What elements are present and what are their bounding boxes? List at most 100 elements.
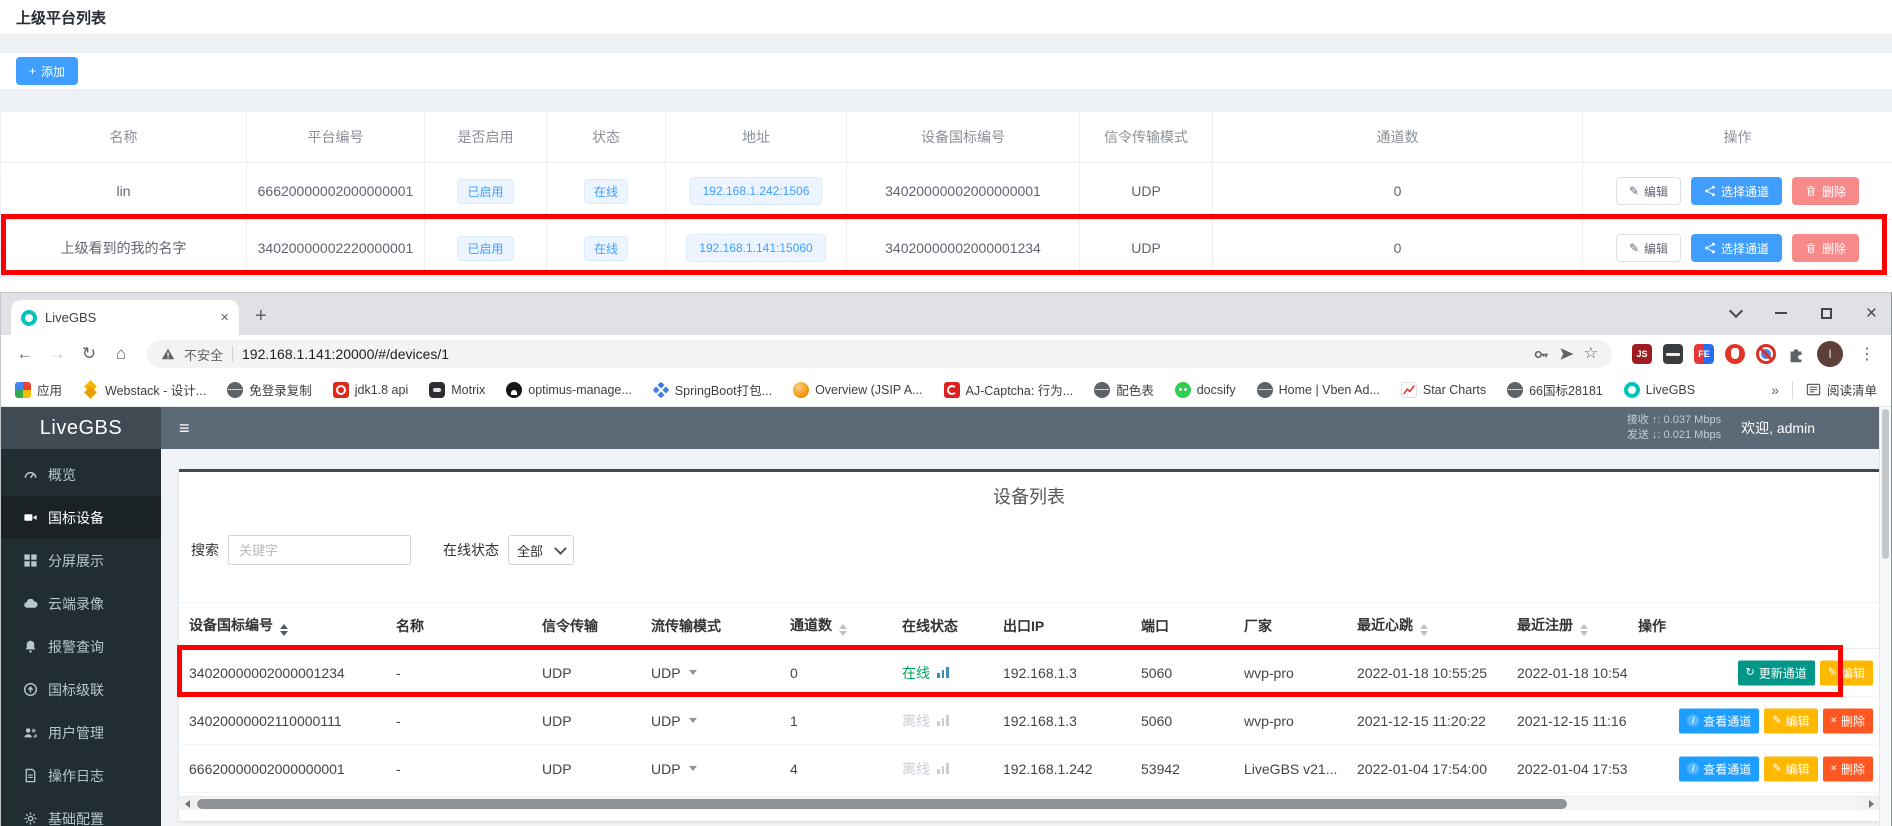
traffic-chart-icon[interactable] [937, 667, 949, 678]
col-registered: 最近注册 [1517, 617, 1573, 633]
device-row-highlighted: 34020000002000001234 - UDP UDP 0 在线 192.… [179, 649, 1879, 697]
search-input[interactable] [228, 535, 411, 565]
tab-close-icon[interactable]: × [220, 310, 229, 325]
back-button[interactable]: ← [11, 344, 39, 364]
bookmark-vben[interactable]: Home | Vben Ad... [1257, 382, 1380, 398]
browser-tab-livegbs[interactable]: LiveGBS × [11, 300, 239, 335]
delete-button[interactable]: ×删除 [1823, 708, 1873, 733]
sort-icon[interactable] [280, 624, 288, 636]
delete-button[interactable]: 删除 [1792, 177, 1859, 205]
bookmark-optimus[interactable]: optimus-manage... [506, 382, 632, 398]
scrollbar-thumb[interactable] [197, 799, 1567, 809]
bookmark-copy-free[interactable]: 免登录复制 [227, 380, 312, 399]
bookmark-jdk-api[interactable]: jdk1.8 api [333, 382, 409, 398]
enabled-badge: 已启用 [457, 179, 513, 204]
bookmark-gb28181[interactable]: 66国标28181 [1507, 380, 1603, 399]
edit-button[interactable]: ✎编辑 [1820, 660, 1873, 685]
bookmark-motrix[interactable]: Motrix [429, 382, 485, 398]
security-label[interactable]: 不安全 [184, 345, 223, 364]
sidebar-item-operation-log[interactable]: 操作日志 [1, 754, 161, 797]
edit-button[interactable]: ✎编辑 [1764, 708, 1817, 733]
sidebar-toggle-icon[interactable]: ≡ [179, 418, 190, 439]
tab-search-chevron-icon[interactable] [1729, 304, 1743, 318]
forward-button[interactable]: → [43, 344, 71, 364]
cell-channels: 0 [1213, 220, 1583, 277]
scroll-right-arrow[interactable] [1863, 797, 1879, 810]
bookmark-jsip-overview[interactable]: Overview (JSIP A... [793, 382, 922, 398]
sidebar-item-gb-devices[interactable]: 国标设备 [1, 496, 161, 539]
update-channels-button[interactable]: ↻更新通道 [1738, 660, 1815, 685]
sidebar-item-overview[interactable]: 概览 [1, 453, 161, 496]
traffic-chart-icon[interactable] [937, 763, 949, 774]
sidebar-item-alarm-query[interactable]: 报警查询 [1, 625, 161, 668]
password-key-icon[interactable] [1533, 346, 1550, 363]
select-channel-button[interactable]: 选择通道 [1691, 177, 1782, 205]
scrollbar-thumb[interactable] [1882, 409, 1889, 559]
bookmark-springboot[interactable]: SpringBoot打包... [653, 380, 772, 399]
scroll-left-arrow[interactable] [179, 797, 195, 810]
sort-icon[interactable] [839, 624, 847, 636]
bookmark-docsify[interactable]: docsify [1175, 382, 1236, 398]
cell-heartbeat: 2021-12-15 11:20:22 [1347, 697, 1507, 745]
extensions-puzzle-icon[interactable] [1787, 345, 1806, 364]
reload-button[interactable]: ↻ [75, 344, 103, 364]
add-button[interactable]: + 添加 [16, 57, 78, 85]
extension-fe-icon[interactable]: FE [1694, 344, 1714, 364]
cell-port: 53942 [1131, 745, 1234, 793]
address-bar[interactable]: 不安全 192.168.1.141:20000/#/devices/1 ☆ [147, 340, 1612, 368]
edit-button[interactable]: ✎ 编辑 [1616, 234, 1681, 262]
bookmark-star-charts[interactable]: Star Charts [1401, 382, 1486, 398]
sort-icon[interactable] [1580, 624, 1588, 636]
sidebar-item-basic-config[interactable]: 基础配置 [1, 797, 161, 826]
online-status-select[interactable]: 全部 [508, 535, 574, 565]
vertical-scrollbar[interactable] [1879, 407, 1891, 826]
bookmarks-overflow-icon[interactable]: » [1771, 382, 1779, 398]
profile-avatar[interactable]: I [1817, 341, 1843, 367]
welcome-user[interactable]: 欢迎, admin [1741, 418, 1815, 438]
cell-vendor: LiveGBS v21... [1234, 745, 1347, 793]
url-text[interactable]: 192.168.1.141:20000/#/devices/1 [242, 346, 1524, 362]
delete-button[interactable]: 删除 [1792, 234, 1859, 262]
bookmark-livegbs[interactable]: LiveGBS [1624, 382, 1695, 398]
sidebar-item-gb-cascade[interactable]: 国标级联 [1, 668, 161, 711]
scrollbar-track[interactable] [195, 797, 1863, 810]
traffic-chart-icon[interactable] [937, 715, 949, 726]
stream-mode-dropdown[interactable]: UDP [651, 665, 697, 681]
bookmark-color-table[interactable]: 配色表 [1094, 380, 1154, 399]
bookmark-apps[interactable]: 应用 [15, 380, 62, 399]
bookmark-webstack[interactable]: Webstack - 设计... [83, 380, 206, 399]
cell-signal: UDP [532, 745, 641, 793]
window-close-button[interactable]: × [1866, 304, 1877, 323]
device-list-card: 设备列表 搜索 在线状态 全部 设备国标编号 [179, 469, 1879, 821]
send-to-device-icon[interactable] [1559, 346, 1575, 362]
sidebar-item-cloud-recording[interactable]: 云端录像 [1, 582, 161, 625]
extension-adblock-icon[interactable] [1756, 344, 1776, 364]
delete-button[interactable]: ×删除 [1823, 756, 1873, 781]
select-channel-button[interactable]: 选择通道 [1691, 234, 1782, 262]
bookmark-star-icon[interactable]: ☆ [1584, 346, 1598, 362]
extension-blocker-hand-icon[interactable] [1725, 344, 1745, 364]
bell-icon [23, 639, 38, 654]
sidebar-item-user-management[interactable]: 用户管理 [1, 711, 161, 754]
bookmark-aj-captcha[interactable]: AJ-Captcha: 行为... [944, 380, 1074, 399]
horizontal-scrollbar[interactable] [179, 796, 1879, 810]
window-minimize-button[interactable] [1775, 312, 1787, 314]
edit-button[interactable]: ✎编辑 [1764, 756, 1817, 781]
extension-incognito-icon[interactable] [1663, 344, 1683, 364]
reading-list-button[interactable]: 阅读清单 [1806, 380, 1877, 399]
col-channels: 通道数 [1213, 112, 1583, 163]
view-channels-button[interactable]: i查看通道 [1679, 756, 1759, 781]
browser-menu-icon[interactable]: ⋮ [1859, 344, 1875, 364]
new-tab-button[interactable]: + [255, 306, 267, 326]
window-maximize-button[interactable] [1821, 308, 1832, 319]
stream-mode-dropdown[interactable]: UDP [651, 761, 697, 777]
edit-button[interactable]: ✎ 编辑 [1616, 177, 1681, 205]
sort-icon[interactable] [1420, 624, 1428, 636]
home-button[interactable]: ⌂ [107, 344, 135, 364]
col-operations: 操作 [1628, 603, 1879, 649]
sidebar-item-split-screen[interactable]: 分屏展示 [1, 539, 161, 582]
extension-js-icon[interactable]: JS [1632, 344, 1652, 364]
stream-mode-dropdown[interactable]: UDP [651, 713, 697, 729]
view-channels-button[interactable]: i查看通道 [1679, 708, 1759, 733]
app-logo[interactable]: LiveGBS [1, 407, 161, 449]
